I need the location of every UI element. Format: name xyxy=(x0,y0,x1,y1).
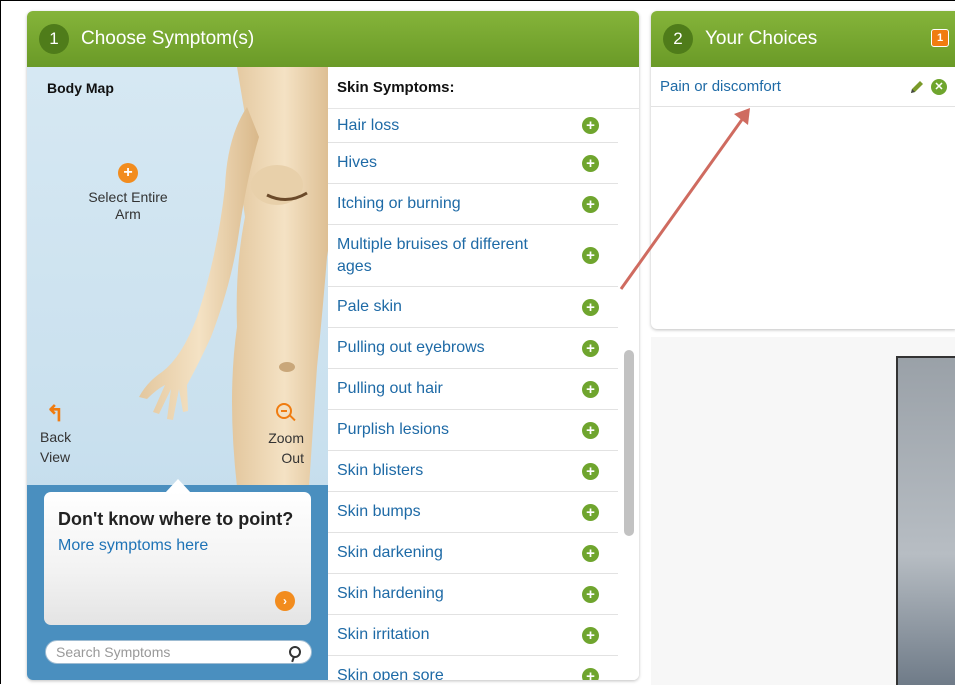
symptom-item[interactable]: Skin open sore + xyxy=(328,656,618,680)
panel2-header: 2 Your Choices xyxy=(651,11,955,67)
search-box[interactable] xyxy=(45,640,312,664)
symptom-item[interactable]: Hair loss + xyxy=(328,109,618,143)
zoom-out-button[interactable]: Zoom Out xyxy=(259,403,304,468)
symptom-label: Multiple bruises of different ages xyxy=(337,235,528,275)
symptom-label: Skin blisters xyxy=(337,462,424,479)
symptom-label: Hives xyxy=(337,154,378,171)
scrollbar-thumb[interactable] xyxy=(624,350,634,536)
panel2-title: Your Choices xyxy=(705,28,818,49)
add-icon[interactable]: + xyxy=(582,380,599,398)
symptom-item[interactable]: Skin bumps + xyxy=(328,492,618,533)
symptom-label: Skin hardening xyxy=(337,585,444,602)
symptom-item[interactable]: Pulling out hair + xyxy=(328,369,618,410)
symptom-list[interactable]: Hair loss + Hives + Itching or burning + Mu… xyxy=(328,109,618,680)
symptom-item[interactable]: Skin hardening + xyxy=(328,574,618,615)
panel1-title: Choose Symptom(s) xyxy=(81,28,255,49)
add-icon[interactable]: + xyxy=(582,195,599,213)
pencil-icon[interactable] xyxy=(909,79,925,95)
search-input[interactable] xyxy=(56,644,289,660)
add-icon[interactable]: + xyxy=(582,626,599,644)
choice-item[interactable]: Pain or discomfort ✕ xyxy=(651,67,955,107)
go-arrow-icon[interactable]: › xyxy=(275,591,295,611)
page-frame: 1 Choose Symptom(s) Body Map + Select En… xyxy=(0,0,955,685)
symptom-label: Pulling out eyebrows xyxy=(337,339,485,356)
symptom-item[interactable]: Skin blisters + xyxy=(328,451,618,492)
step-number-1: 1 xyxy=(39,24,69,54)
more-symptoms-link[interactable]: More symptoms here xyxy=(58,537,297,555)
symptom-label: Hair loss xyxy=(337,116,400,134)
select-arm-label: Select Entire Arm xyxy=(88,189,168,222)
add-icon[interactable]: + xyxy=(582,247,599,264)
add-icon[interactable]: + xyxy=(582,421,599,439)
add-icon[interactable]: + xyxy=(582,339,599,357)
add-icon[interactable]: + xyxy=(582,667,599,680)
symptom-list-title: Skin Symptoms: xyxy=(328,67,639,109)
plus-circle-icon[interactable]: + xyxy=(118,163,138,183)
symptom-label: Skin darkening xyxy=(337,544,443,561)
zoom-out-label: Zoom Out xyxy=(268,430,304,466)
choice-count-badge: 1 xyxy=(931,29,949,47)
choose-symptoms-panel: 1 Choose Symptom(s) Body Map + Select En… xyxy=(27,11,639,680)
symptom-item[interactable]: Pale skin + xyxy=(328,287,618,328)
add-icon[interactable]: + xyxy=(582,585,599,603)
panel1-header: 1 Choose Symptom(s) xyxy=(27,11,639,67)
add-icon[interactable]: + xyxy=(582,154,599,172)
symptom-item[interactable]: Skin irritation + xyxy=(328,615,618,656)
symptom-item[interactable]: Multiple bruises of different ages + xyxy=(328,225,618,287)
add-icon[interactable]: + xyxy=(582,462,599,480)
person-photo xyxy=(896,356,955,685)
step-number-2: 2 xyxy=(663,24,693,54)
symptom-label: Skin irritation xyxy=(337,626,430,643)
your-choices-panel: 2 Your Choices 1 Pain or discomfort ✕ xyxy=(651,11,955,329)
select-entire-arm[interactable]: + Select Entire Arm xyxy=(83,163,173,223)
choice-label[interactable]: Pain or discomfort xyxy=(660,78,909,95)
back-arrow-icon: ↰ xyxy=(46,401,65,426)
add-icon[interactable]: + xyxy=(582,298,599,316)
add-icon[interactable]: + xyxy=(582,544,599,562)
help-card-title: Don't know where to point? xyxy=(58,509,294,529)
symptom-label: Purplish lesions xyxy=(337,421,450,438)
remove-icon[interactable]: ✕ xyxy=(931,78,947,95)
add-icon[interactable]: + xyxy=(582,503,599,521)
body-map[interactable]: Body Map + Select Entire Arm ↰ Back View… xyxy=(27,67,328,680)
symptom-list-panel: Skin Symptoms: Hair loss + Hives + Itching… xyxy=(328,67,639,680)
zoom-out-icon xyxy=(276,403,292,419)
symptom-item[interactable]: Hives + xyxy=(328,143,618,184)
search-icon[interactable] xyxy=(289,646,301,658)
back-view-label: Back View xyxy=(40,429,72,465)
symptom-item[interactable]: Itching or burning + xyxy=(328,184,618,225)
symptom-item[interactable]: Purplish lesions + xyxy=(328,410,618,451)
symptom-label: Skin open sore xyxy=(337,667,444,680)
add-icon[interactable]: + xyxy=(582,117,599,134)
symptom-label: Skin bumps xyxy=(337,503,421,520)
symptom-item[interactable]: Pulling out eyebrows + xyxy=(328,328,618,369)
back-view-button[interactable]: ↰ Back View xyxy=(40,401,90,467)
symptom-scrollbar[interactable] xyxy=(624,109,634,680)
symptom-label: Pulling out hair xyxy=(337,380,443,397)
help-card-pointer xyxy=(165,479,191,493)
symptom-label: Itching or burning xyxy=(337,195,461,212)
symptom-label: Pale skin xyxy=(337,298,402,315)
symptom-item[interactable]: Skin darkening + xyxy=(328,533,618,574)
help-card[interactable]: Don't know where to point? More symptoms… xyxy=(44,492,311,625)
